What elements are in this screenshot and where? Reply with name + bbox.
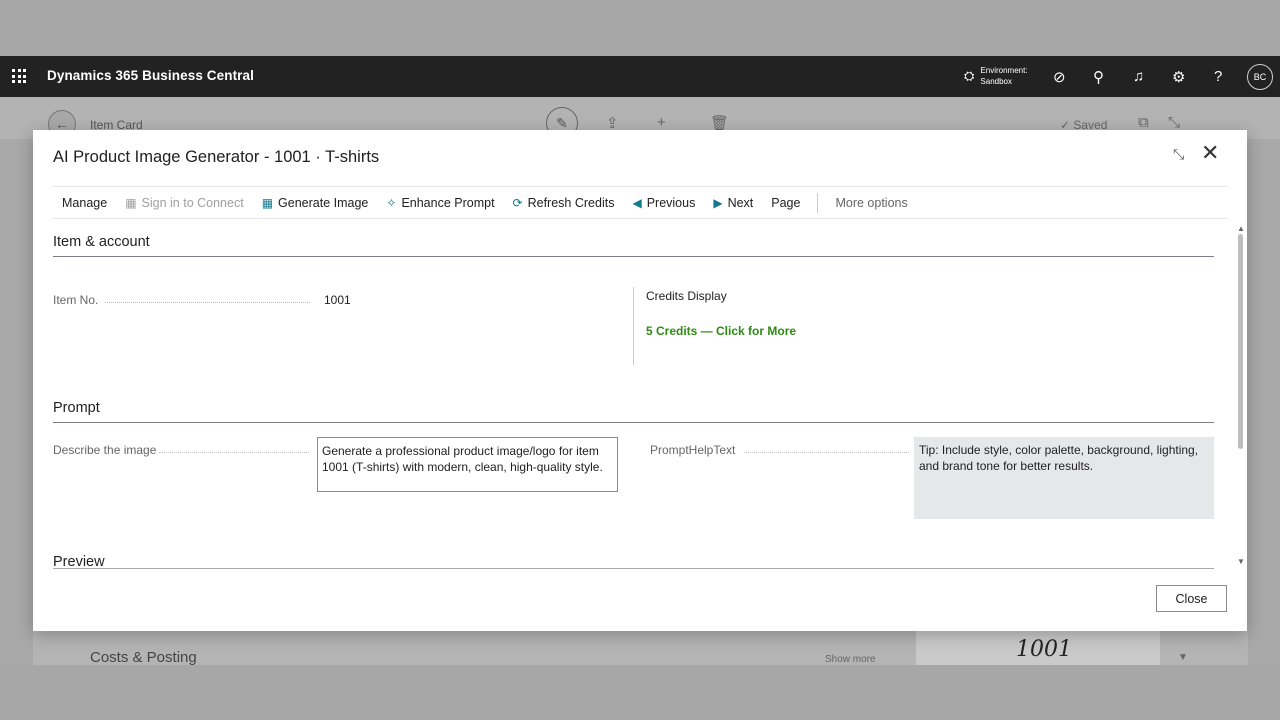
help-icon[interactable]: ? — [1214, 68, 1222, 85]
collapse-icon: ⤡ — [1168, 114, 1181, 131]
scroll-down-arrow-icon[interactable]: ▼ — [1237, 557, 1245, 566]
action-more-options[interactable]: More options — [826, 196, 916, 210]
action-bar: Manage ▦ Sign in to Connect ▦ Generate I… — [53, 186, 1227, 219]
action-manage-label: Manage — [62, 195, 108, 210]
dialog-title: AI Product Image Generator - 1001 · T-sh… — [53, 148, 380, 166]
app-title[interactable]: Dynamics 365 Business Central — [47, 68, 254, 83]
dotted-leader — [159, 452, 309, 453]
chevron-down-icon: ▼ — [1178, 652, 1188, 663]
column-divider — [633, 287, 634, 365]
describe-image-input[interactable]: Generate a professional product image/lo… — [317, 437, 618, 492]
action-manage[interactable]: Manage — [53, 196, 116, 210]
close-dialog-icon[interactable]: ✕ — [1201, 142, 1219, 164]
section-item-account-title[interactable]: Item & account — [53, 234, 150, 250]
section-divider — [53, 568, 1214, 569]
section-divider — [53, 422, 1214, 423]
open-new-window-icon: ⧉ — [1138, 114, 1149, 131]
action-sign-in-label: Sign in to Connect — [141, 195, 244, 210]
environment-name: Sandbox — [980, 77, 1012, 86]
notification-bell-icon[interactable]: ♫ — [1133, 68, 1144, 85]
dotted-leader — [105, 302, 310, 303]
search-icon[interactable]: ⚲ — [1093, 68, 1104, 86]
scroll-up-arrow-icon[interactable]: ▲ — [1237, 224, 1245, 233]
credits-display-link[interactable]: 5 Credits — Click for More — [646, 324, 796, 338]
settings-gear-icon[interactable]: ⚙ — [1172, 68, 1185, 86]
action-next-label: Next — [727, 195, 754, 210]
action-page-label: Page — [771, 195, 801, 210]
ai-image-generator-dialog: AI Product Image Generator - 1001 · T-sh… — [33, 130, 1247, 631]
item-no-label: Item No. — [53, 293, 99, 307]
describe-image-label: Describe the image — [53, 443, 157, 457]
environment-label: Environment: — [980, 66, 1028, 75]
action-more-options-label: More options — [835, 195, 908, 210]
user-avatar[interactable]: BC — [1247, 64, 1273, 90]
action-enhance-prompt-label: Enhance Prompt — [401, 195, 495, 210]
action-page[interactable]: Page — [762, 196, 809, 210]
vertical-scrollbar[interactable]: ▲ ▼ — [1235, 224, 1245, 566]
connect-icon: ▦ — [125, 195, 137, 210]
section-prompt-title[interactable]: Prompt — [53, 400, 100, 416]
arrow-left-icon: ◀ — [632, 195, 642, 210]
calculator-icon: ▦ — [261, 195, 274, 210]
app-launcher-icon[interactable] — [12, 69, 26, 83]
action-previous-label: Previous — [646, 195, 696, 210]
section-divider — [53, 256, 1214, 257]
prompt-help-text-field: Tip: Include style, color palette, backg… — [914, 437, 1214, 519]
action-generate-image[interactable]: ▦ Generate Image — [253, 196, 378, 210]
arrow-right-icon: ▶ — [713, 195, 723, 210]
environment-icon: ⛭ — [964, 68, 975, 83]
item-picture: 1001 — [916, 631, 1160, 665]
close-button[interactable]: Close — [1156, 585, 1227, 612]
dotted-leader — [744, 452, 909, 453]
action-previous[interactable]: ◀ Previous — [623, 196, 704, 210]
bottom-strip — [0, 665, 1280, 720]
action-generate-image-label: Generate Image — [278, 195, 369, 210]
item-no-value: 1001 — [324, 293, 351, 307]
scrollbar-thumb[interactable] — [1238, 234, 1243, 449]
item-picture-text: 1001 — [1016, 637, 1072, 662]
action-next[interactable]: ▶ Next — [704, 196, 762, 210]
environment-indicator[interactable]: ⛭ Environment: Sandbox — [964, 65, 1028, 87]
refresh-icon: ⟳ — [512, 195, 523, 210]
show-more-link: Show more — [825, 654, 876, 665]
action-enhance-prompt[interactable]: ✧ Enhance Prompt — [377, 196, 503, 210]
prompt-help-text-label: PromptHelpText — [650, 443, 736, 457]
collapse-dialog-icon[interactable]: ⤡ — [1173, 146, 1184, 163]
action-separator — [817, 192, 819, 213]
add-icon: + — [657, 114, 666, 131]
costs-posting-section: Costs & Posting — [90, 649, 197, 666]
suite-bar: Dynamics 365 Business Central ⛭ Environm… — [0, 56, 1280, 97]
action-sign-in-to-connect[interactable]: ▦ Sign in to Connect — [116, 196, 253, 210]
sparkle-icon: ✧ — [386, 195, 397, 210]
copilot-icon[interactable]: ⊘ — [1053, 68, 1066, 86]
action-refresh-credits[interactable]: ⟳ Refresh Credits — [504, 196, 624, 210]
action-refresh-credits-label: Refresh Credits — [527, 195, 615, 210]
credits-display-label: Credits Display — [646, 289, 727, 303]
